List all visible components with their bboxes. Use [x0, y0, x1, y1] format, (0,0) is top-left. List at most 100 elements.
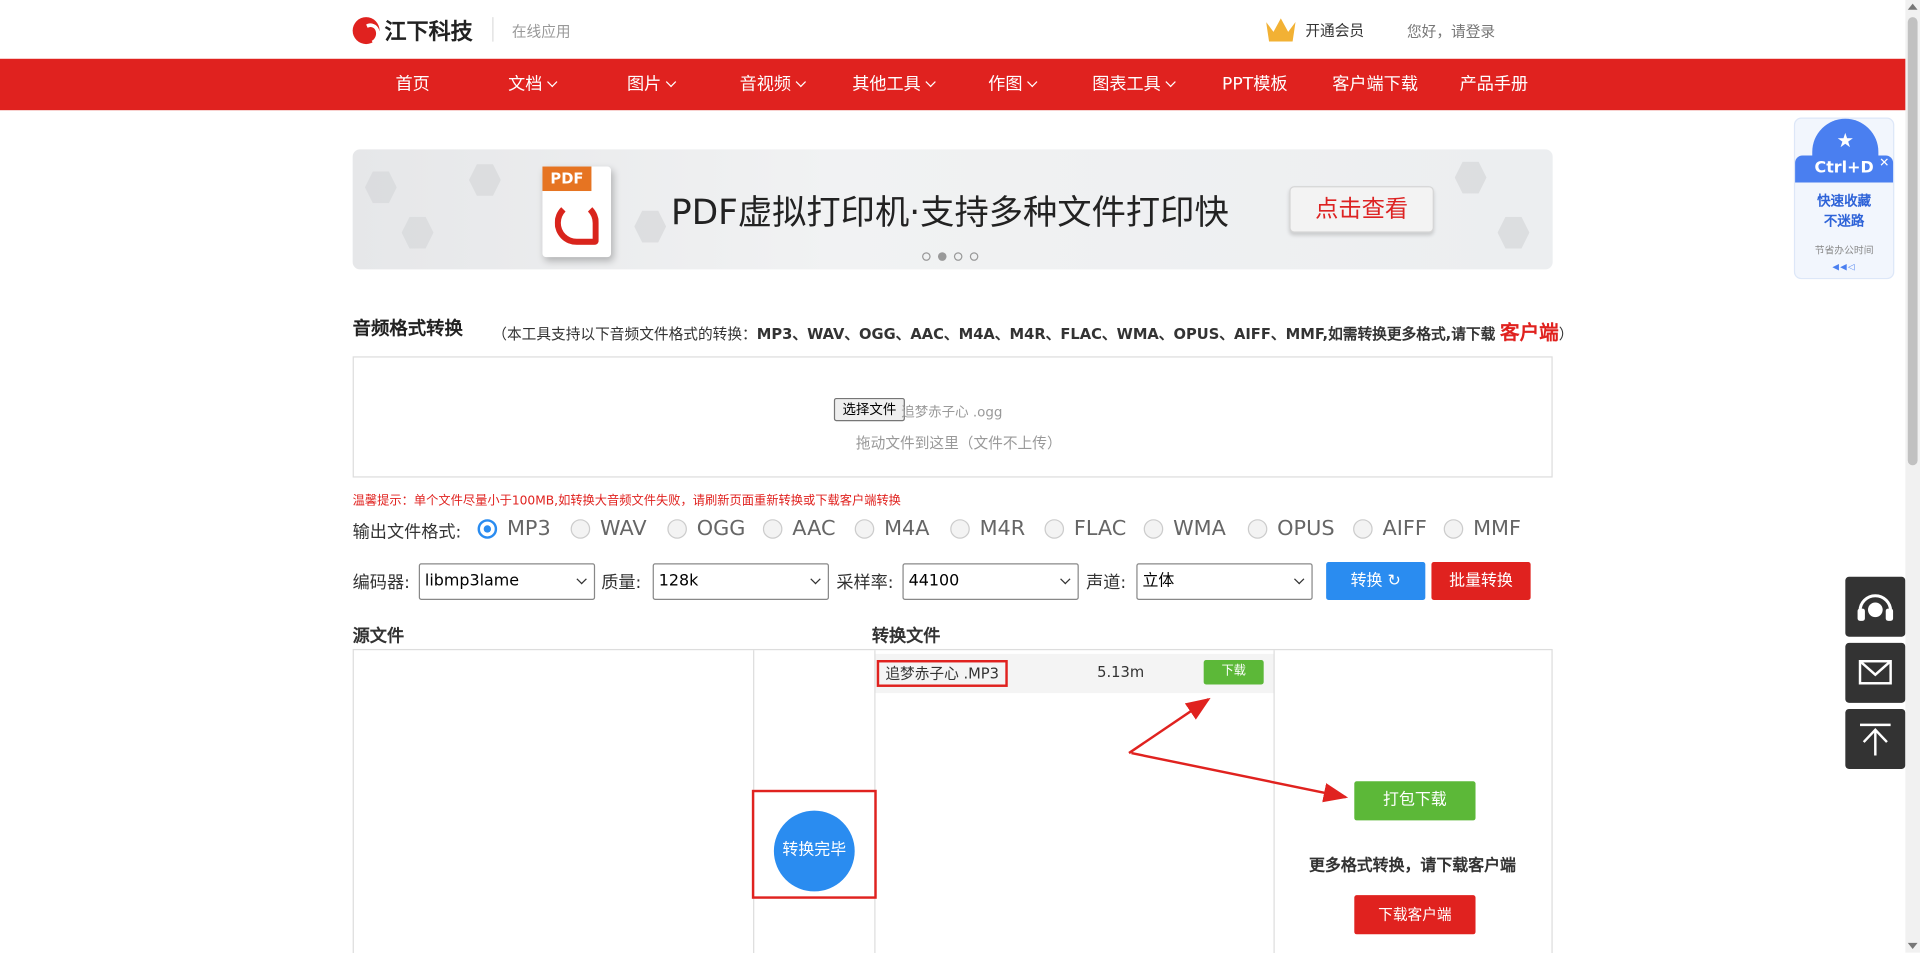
nav-item-client-download[interactable]: 客户端下载	[1332, 59, 1418, 110]
nav-item-drawing[interactable]: 作图	[988, 59, 1038, 110]
nav-item-other-tools[interactable]: 其他工具	[852, 59, 936, 110]
format-option-mp3[interactable]: MP3	[477, 516, 551, 542]
banner-view-button[interactable]: 点击查看	[1289, 186, 1434, 233]
nav-item-chart-tools[interactable]: 图表工具	[1092, 59, 1176, 110]
output-files-title: 转换文件	[871, 626, 941, 647]
hex-decoration	[364, 171, 397, 204]
convert-button[interactable]: 转换 ↻	[1326, 562, 1426, 601]
batch-convert-button[interactable]: 批量转换	[1431, 562, 1531, 601]
format-label-text: M4R	[979, 516, 1026, 542]
output-file-size: 5.13m	[1097, 663, 1145, 681]
radio-icon	[667, 519, 687, 539]
quality-label: 质量:	[601, 573, 642, 593]
radio-icon	[854, 519, 875, 539]
nav-item-media[interactable]: 音视频	[740, 59, 807, 110]
scroll-up-icon[interactable]	[1907, 3, 1918, 10]
nav-label: 客户端下载	[1332, 74, 1418, 95]
scrollbar-thumb[interactable]	[1907, 17, 1918, 466]
promo-banner[interactable]: PDF PDF虚拟打印机·支持多种文件打印快 点击查看	[352, 149, 1553, 270]
nav-item-docs[interactable]: 文档	[508, 59, 558, 110]
refresh-icon: ↻	[1387, 571, 1401, 591]
mail-icon	[1858, 660, 1892, 685]
radio-icon	[1443, 519, 1464, 539]
logo[interactable]: 江下科技	[352, 15, 473, 47]
back-to-top-button[interactable]	[1845, 708, 1906, 769]
carousel-dot[interactable]	[953, 252, 963, 261]
format-option-aiff[interactable]: AIFF	[1353, 517, 1427, 541]
radio-icon	[1143, 519, 1164, 539]
output-file-name: 追梦赤子心 .MP3	[876, 660, 1008, 687]
conversion-panel: 追梦赤子心 .MP3 5.13m 下载 转换完毕 打包下载 更多格式转换，请下载…	[352, 648, 1553, 953]
carousel-dot[interactable]	[969, 252, 979, 261]
bookmark-line: 快速收藏	[1817, 193, 1872, 210]
nav-label: 图片	[626, 74, 662, 95]
more-formats-text: 更多格式转换，请下载客户端	[1308, 857, 1516, 876]
selected-file-name: 追梦赤子心 .ogg	[901, 404, 1003, 421]
radio-icon	[1247, 519, 1268, 539]
pdf-icon: PDF	[542, 166, 612, 258]
carousel-dot-active[interactable]	[937, 252, 947, 261]
nav-item-ppt[interactable]: PPT模板	[1222, 59, 1287, 110]
format-label-text: AAC	[792, 516, 836, 542]
download-button[interactable]: 下载	[1203, 660, 1264, 685]
login-link[interactable]: 您好，请登录	[1407, 21, 1495, 42]
close-icon[interactable]: ✕	[1879, 157, 1889, 170]
format-label-text: WMA	[1173, 516, 1226, 542]
pdf-tag: PDF	[542, 166, 592, 192]
chevron-down-icon	[547, 76, 558, 88]
scroll-down-icon[interactable]	[1907, 942, 1918, 949]
format-option-wma[interactable]: WMA	[1143, 516, 1226, 542]
done-highlight: 转换完毕	[751, 789, 877, 899]
client-link[interactable]: 客户端	[1500, 321, 1559, 344]
nav-item-images[interactable]: 图片	[626, 59, 677, 110]
chevron-down-icon	[665, 76, 677, 88]
samplerate-select[interactable]: 44100	[902, 563, 1079, 601]
note-suffix: ）	[1558, 325, 1574, 343]
bookmark-text: 快速收藏 不迷路	[1795, 192, 1893, 231]
nav-item-manual[interactable]: 产品手册	[1460, 59, 1529, 110]
format-option-opus[interactable]: OPUS	[1247, 516, 1335, 542]
vip-link[interactable]: 开通会员	[1266, 17, 1364, 42]
conversion-done-badge: 转换完毕	[773, 810, 855, 892]
acrobat-icon	[554, 200, 599, 245]
bookmark-subtext: 节省办公时间	[1814, 244, 1874, 256]
format-option-m4a[interactable]: M4A	[854, 517, 930, 541]
quality-select[interactable]: 128k	[652, 563, 829, 601]
radio-checked-icon	[477, 519, 498, 539]
note-formats: MP3、WAV、OGG、AAC、M4A、M4R、FLAC、WMA、OPUS、AI…	[756, 325, 1496, 343]
download-client-button[interactable]: 下载客户端	[1354, 895, 1476, 935]
encoder-select[interactable]: libmp3lame	[418, 563, 596, 601]
banner-title: PDF虚拟打印机·支持多种文件打印快	[671, 192, 1229, 233]
convert-label: 转换	[1350, 571, 1383, 591]
chevron-down-icon	[1060, 573, 1071, 585]
logo-text: 江下科技	[384, 19, 473, 46]
format-option-m4r[interactable]: M4R	[950, 517, 1025, 541]
bookmark-widget[interactable]: ★ Ctrl+D ✕ 快速收藏 不迷路 节省办公时间 ◀◀◁	[1793, 117, 1895, 280]
radio-icon	[1044, 519, 1065, 539]
upload-dropzone[interactable]: 选择文件 追梦赤子心 .ogg 拖动文件到这里（文件不上传）	[352, 356, 1553, 478]
samplerate-label: 采样率:	[836, 573, 894, 593]
nav-label: PPT模板	[1222, 74, 1288, 95]
format-option-wav[interactable]: WAV	[570, 517, 647, 541]
hex-decoration	[1497, 216, 1530, 249]
select-value: libmp3lame	[424, 571, 520, 591]
format-option-flac[interactable]: FLAC	[1044, 517, 1126, 541]
divider	[1273, 650, 1275, 953]
format-option-mmf[interactable]: MMF	[1443, 517, 1521, 541]
page-scrollbar[interactable]	[1905, 0, 1920, 953]
choose-file-button[interactable]: 选择文件	[833, 397, 905, 422]
pack-download-button[interactable]: 打包下载	[1354, 781, 1476, 821]
channel-label: 声道:	[1086, 573, 1127, 593]
channel-select[interactable]: 立体	[1136, 563, 1313, 601]
format-option-ogg[interactable]: OGG	[667, 517, 745, 541]
format-label-text: MP3	[506, 516, 551, 542]
chevron-down-icon	[1027, 76, 1038, 88]
drop-hint: 拖动文件到这里（文件不上传）	[855, 434, 1062, 452]
format-option-aac[interactable]: AAC	[762, 516, 836, 542]
chevron-down-icon	[795, 76, 807, 88]
message-button[interactable]	[1845, 642, 1906, 703]
customer-service-button[interactable]	[1845, 576, 1906, 637]
carousel-dot[interactable]	[922, 252, 931, 261]
format-label-text: OPUS	[1277, 516, 1335, 542]
nav-item-home[interactable]: 首页	[396, 59, 430, 110]
